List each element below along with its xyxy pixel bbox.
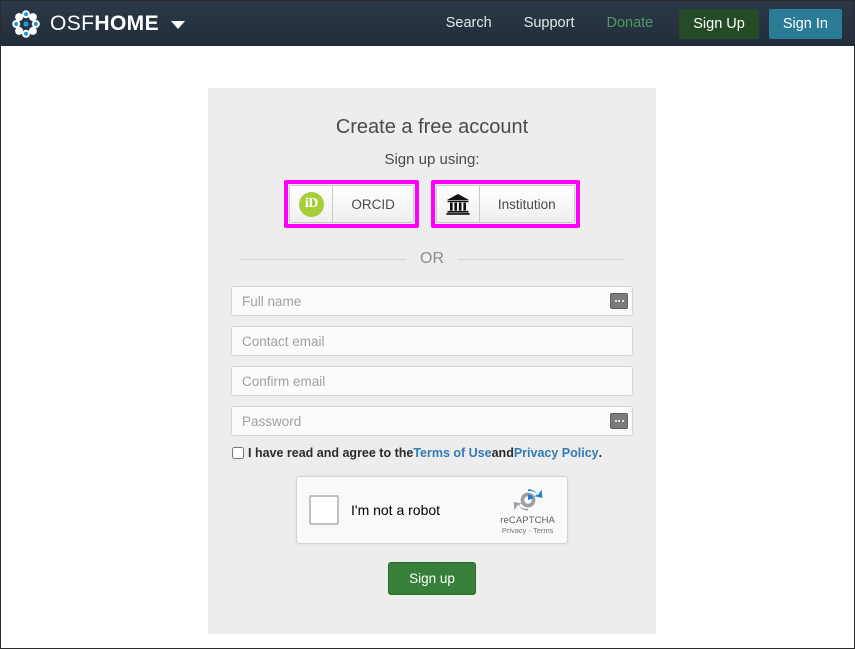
osf-home-brand[interactable]: OSFHOME bbox=[11, 9, 185, 39]
institution-building-icon bbox=[437, 186, 480, 222]
autofill-icon[interactable] bbox=[610, 293, 628, 309]
recaptcha-privacy-terms[interactable]: Privacy - Terms bbox=[500, 526, 555, 536]
recaptcha-arrows-icon bbox=[513, 488, 543, 511]
brand-home: HOME bbox=[94, 11, 159, 35]
page-title: Create a free account bbox=[335, 116, 529, 138]
brand-title: OSFHOME bbox=[50, 12, 159, 36]
autofill-icon[interactable] bbox=[610, 413, 628, 429]
page-body: Create a free account Sign up using: iD … bbox=[1, 46, 854, 648]
institution-highlight-box: Institution bbox=[430, 180, 580, 228]
recaptcha-widget: I'm not a robot reCAPTCHA Privacy - Term… bbox=[296, 476, 568, 544]
nav-link-support[interactable]: Support bbox=[508, 1, 591, 46]
terms-text-between: and bbox=[491, 446, 514, 460]
recaptcha-brand: reCAPTCHA Privacy - Terms bbox=[500, 485, 555, 536]
signup-panel: Create a free account Sign up using: iD … bbox=[208, 88, 656, 634]
chevron-down-icon[interactable] bbox=[170, 20, 185, 29]
divider-rule-left bbox=[239, 258, 406, 260]
contact-email-field bbox=[231, 326, 633, 356]
signup-form: I have read and agree to the Terms of Us… bbox=[231, 286, 633, 595]
recaptcha-brand-name: reCAPTCHA bbox=[500, 514, 555, 526]
password-field bbox=[231, 406, 633, 436]
submit-row: Sign up bbox=[231, 562, 633, 595]
browser-screenshot: OSFHOME Search Support Donate Sign Up Si… bbox=[0, 0, 855, 649]
full-name-field bbox=[231, 286, 633, 316]
recaptcha-label: I'm not a robot bbox=[351, 502, 441, 518]
institution-signup-button[interactable]: Institution bbox=[435, 185, 575, 223]
full-name-input[interactable] bbox=[231, 286, 633, 316]
orcid-id-icon: iD bbox=[290, 186, 334, 222]
terms-checkbox[interactable] bbox=[232, 447, 244, 459]
contact-email-input[interactable] bbox=[231, 326, 633, 356]
divider-label: OR bbox=[420, 250, 444, 267]
orcid-highlight-box: iD ORCID bbox=[284, 180, 419, 228]
nav-link-donate[interactable]: Donate bbox=[590, 1, 669, 46]
top-navbar: OSFHOME Search Support Donate Sign Up Si… bbox=[1, 1, 854, 46]
orcid-button-label: ORCID bbox=[351, 196, 395, 212]
confirm-email-input[interactable] bbox=[231, 366, 633, 396]
osf-flower-logo bbox=[11, 9, 41, 39]
privacy-policy-link[interactable]: Privacy Policy bbox=[514, 446, 599, 460]
signup-using-label: Sign up using: bbox=[384, 151, 480, 168]
institution-button-label: Institution bbox=[497, 196, 556, 212]
terms-agreement-row: I have read and agree to the Terms of Us… bbox=[232, 446, 633, 460]
or-divider: OR bbox=[239, 250, 625, 268]
recaptcha-checkbox[interactable] bbox=[309, 495, 339, 525]
navbar-right-group: Search Support Donate Sign Up Sign In bbox=[430, 1, 842, 46]
brand-osf: OSF bbox=[50, 11, 95, 35]
password-input[interactable] bbox=[231, 406, 633, 436]
nav-link-search[interactable]: Search bbox=[430, 1, 508, 46]
sign-up-submit-button[interactable]: Sign up bbox=[388, 562, 476, 595]
recaptcha-container: I'm not a robot reCAPTCHA Privacy - Term… bbox=[231, 476, 633, 544]
provider-buttons: iD ORCID Institution bbox=[208, 180, 656, 228]
orcid-signup-button[interactable]: iD ORCID bbox=[289, 185, 414, 223]
terms-of-use-link[interactable]: Terms of Use bbox=[413, 446, 491, 460]
confirm-email-field bbox=[231, 366, 633, 396]
orcid-badge-text: iD bbox=[298, 191, 324, 217]
sign-up-button[interactable]: Sign Up bbox=[679, 8, 759, 39]
terms-text-after: . bbox=[598, 446, 603, 460]
terms-text-before: I have read and agree to the bbox=[248, 446, 414, 460]
sign-in-button[interactable]: Sign In bbox=[768, 8, 842, 39]
divider-rule-right bbox=[458, 258, 625, 260]
